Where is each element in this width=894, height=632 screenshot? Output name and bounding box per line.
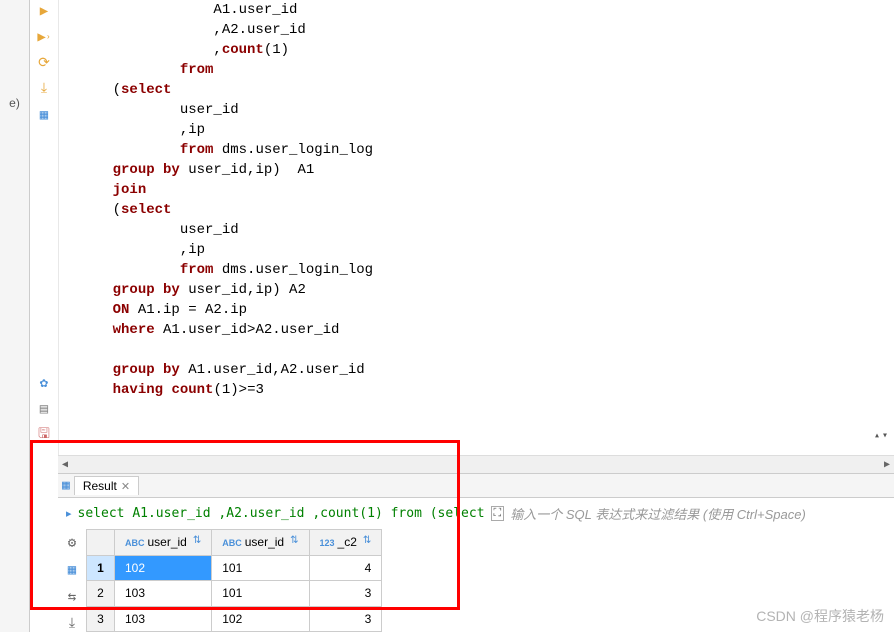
collapse-down-icon[interactable]: ▾ bbox=[882, 430, 888, 442]
sidebar-label: e) bbox=[9, 96, 20, 110]
grid-nav-icon[interactable]: ⇆ bbox=[68, 589, 76, 606]
main-area: A1.user_id ,A2.user_id ,count(1) from (s… bbox=[58, 0, 894, 632]
page-icon[interactable]: ▤ bbox=[35, 400, 53, 418]
cell[interactable]: 103 bbox=[115, 606, 212, 632]
row-number[interactable]: 2 bbox=[87, 581, 115, 607]
cell[interactable]: 102 bbox=[115, 555, 212, 581]
panel-collapse-controls: ▴ ▾ bbox=[874, 430, 888, 442]
refresh-icon[interactable]: ⟳ bbox=[35, 54, 53, 72]
result-grid[interactable]: ABCuser_id⇅ABCuser_id⇅123_c2⇅11021014210… bbox=[86, 529, 382, 632]
export-icon[interactable]: ⤓ bbox=[35, 80, 53, 98]
query-preview-text: select A1.user_id ,A2.user_id ,count(1) … bbox=[78, 506, 485, 521]
collapse-up-icon[interactable]: ▴ bbox=[874, 430, 880, 442]
cell[interactable]: 102 bbox=[212, 606, 309, 632]
result-tabs: ▦ Result ✕ bbox=[58, 474, 894, 498]
run-icon[interactable]: ▶ bbox=[35, 2, 53, 20]
cell[interactable]: 3 bbox=[309, 606, 382, 632]
table-row[interactable]: 21031013 bbox=[87, 581, 382, 607]
column-header[interactable]: 123_c2⇅ bbox=[309, 530, 382, 556]
cell[interactable]: 101 bbox=[212, 555, 309, 581]
settings-icon[interactable]: ✿ bbox=[35, 374, 53, 392]
grid-toolbar: ⚙ ▦ ⇆ ⤓ bbox=[58, 529, 86, 632]
query-arrow-icon[interactable]: ▸ bbox=[66, 507, 72, 520]
row-number[interactable]: 1 bbox=[87, 555, 115, 581]
table-row[interactable]: 31031023 bbox=[87, 606, 382, 632]
expand-icon[interactable]: ⛶ bbox=[491, 506, 505, 521]
grid-context-icon[interactable]: ⚙ bbox=[68, 535, 76, 552]
column-header[interactable]: ABCuser_id⇅ bbox=[115, 530, 212, 556]
grid-icon[interactable]: ▦ bbox=[35, 106, 53, 124]
run-step-icon[interactable]: ▶› bbox=[35, 28, 53, 46]
table-row[interactable]: 11021014 bbox=[87, 555, 382, 581]
filter-input[interactable]: 输入一个 SQL 表达式来过滤结果 (使用 Ctrl+Space) bbox=[510, 504, 886, 523]
cell[interactable]: 3 bbox=[309, 581, 382, 607]
tab-result-label: Result bbox=[83, 479, 117, 493]
watermark: CSDN @程序猿老杨 bbox=[756, 606, 884, 626]
column-header[interactable]: ABCuser_id⇅ bbox=[212, 530, 309, 556]
grid-view-icon[interactable]: ▦ bbox=[68, 562, 76, 579]
tab-result[interactable]: Result ✕ bbox=[74, 476, 139, 495]
query-bar: ▸ select A1.user_id ,A2.user_id ,count(1… bbox=[58, 498, 894, 529]
row-number[interactable]: 3 bbox=[87, 606, 115, 632]
cell[interactable]: 103 bbox=[115, 581, 212, 607]
cell[interactable]: 101 bbox=[212, 581, 309, 607]
save-icon[interactable]: 🖫 bbox=[35, 426, 53, 444]
sql-editor[interactable]: A1.user_id ,A2.user_id ,count(1) from (s… bbox=[58, 0, 894, 455]
toolbar-strip: ▶ ▶› ⟳ ⤓ ▦ ✿ ▤ 🖫 bbox=[30, 0, 58, 632]
scroll-right-icon[interactable]: ▶ bbox=[884, 459, 890, 471]
left-sidebar: e) bbox=[0, 0, 30, 632]
app-root: e) ▶ ▶› ⟳ ⤓ ▦ ✿ ▤ 🖫 A1.user_id ,A2.user_… bbox=[0, 0, 894, 632]
cell[interactable]: 4 bbox=[309, 555, 382, 581]
result-grid-icon: ▦ bbox=[62, 478, 70, 493]
scroll-left-icon[interactable]: ◀ bbox=[62, 459, 68, 471]
editor-hscroll[interactable]: ◀ ▶ bbox=[58, 455, 894, 473]
close-icon[interactable]: ✕ bbox=[121, 480, 130, 493]
grid-export-icon[interactable]: ⤓ bbox=[69, 616, 75, 632]
